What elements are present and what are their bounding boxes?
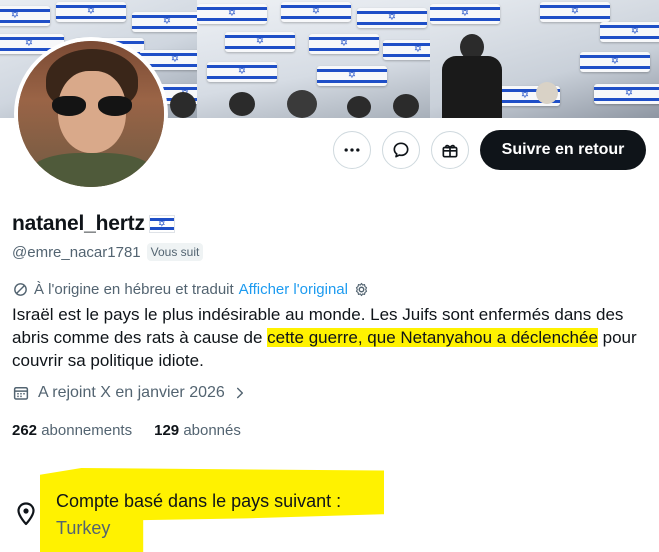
handle-row: @emre_nacar1781 Vous suit (12, 243, 204, 261)
profile-name-row: natanel_hertz ✡ (12, 212, 175, 236)
translation-notice: À l'origine en hébreu et traduit Affiche… (12, 281, 370, 298)
followers-stat[interactable]: 129 abonnés (154, 422, 241, 439)
joined-date-row[interactable]: A rejoint X en janvier 2026 (12, 384, 247, 402)
banner-photo-2: ✡ ✡ ✡ ✡ ✡ ✡ ✡ ✡ (197, 0, 430, 118)
followers-label: abonnés (183, 422, 241, 439)
gift-icon (442, 144, 458, 158)
show-original-link[interactable]: Afficher l'original (239, 281, 348, 298)
location-pin-icon (17, 502, 35, 526)
chevron-right-icon (236, 387, 243, 399)
followers-count: 129 (154, 422, 180, 439)
settings-gear-icon[interactable] (353, 281, 370, 298)
following-stat[interactable]: 262 abonnements (12, 422, 132, 439)
more-options-button[interactable] (333, 131, 371, 169)
location-title: Compte basé dans le pays suivant : (56, 491, 342, 511)
follow-stats: 262 abonnements 129 abonnés (12, 422, 241, 439)
following-label: abonnements (41, 422, 133, 439)
gift-button[interactable] (431, 131, 469, 169)
more-dots-icon (344, 148, 360, 152)
follow-back-button[interactable]: Suivre en retour (480, 130, 646, 170)
follows-you-badge: Vous suit (146, 243, 204, 261)
profile-avatar[interactable] (14, 37, 168, 191)
israel-flag-icon: ✡ (148, 215, 175, 233)
location-country: Turkey (56, 518, 111, 538)
account-location: Compte basé dans le pays suivant : Turke… (14, 488, 341, 542)
joined-date-text: A rejoint X en janvier 2026 (38, 384, 225, 401)
display-name: natanel_hertz (12, 212, 145, 235)
translate-icon (14, 283, 27, 296)
translation-notice-text: À l'origine en hébreu et traduit (34, 281, 234, 298)
calendar-icon (13, 387, 29, 400)
message-button[interactable] (382, 131, 420, 169)
message-bubble-icon (393, 142, 409, 158)
following-count: 262 (12, 422, 38, 439)
profile-bio: Israël est le pays le plus indésirable a… (12, 303, 648, 372)
user-handle: @emre_nacar1781 (12, 243, 141, 261)
banner-photo-3: ✡ ✡ ✡ ✡ ✡ ✡ (430, 0, 659, 118)
bio-highlighted-text: cette guerre, que Netanyahou a déclenché… (267, 328, 598, 347)
